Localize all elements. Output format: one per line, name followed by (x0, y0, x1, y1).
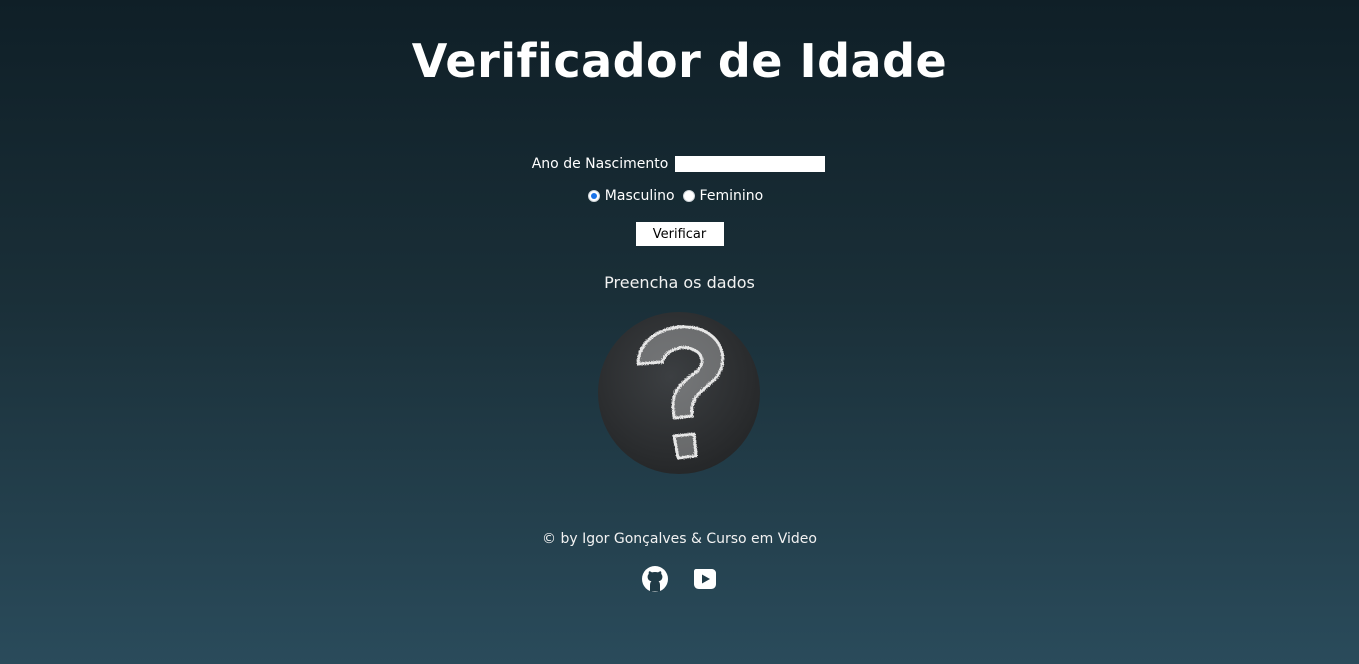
sex-radio-group: Masculino Feminino (0, 188, 1359, 204)
submit-row: Verificar (0, 222, 1359, 246)
youtube-icon[interactable] (691, 565, 719, 593)
radio-masculino-label[interactable]: Masculino (605, 188, 675, 204)
radio-masculino[interactable] (587, 190, 600, 202)
verify-button[interactable]: Verificar (635, 222, 724, 246)
birth-year-row: Ano de Nascimento (0, 156, 1359, 172)
github-icon[interactable] (641, 565, 669, 593)
radio-feminino[interactable] (682, 190, 695, 202)
result-image (598, 312, 760, 474)
page-title: Verificador de Idade (411, 34, 948, 88)
result-text: Preencha os dados (604, 273, 755, 292)
footer-credit: © by Igor Gonçalves & Curso em Video (542, 531, 817, 547)
birth-year-label: Ano de Nascimento (531, 156, 669, 172)
social-links (0, 565, 1359, 593)
birth-year-input[interactable] (675, 156, 826, 172)
question-mark-icon (636, 325, 725, 460)
radio-feminino-label[interactable]: Feminino (700, 188, 764, 204)
